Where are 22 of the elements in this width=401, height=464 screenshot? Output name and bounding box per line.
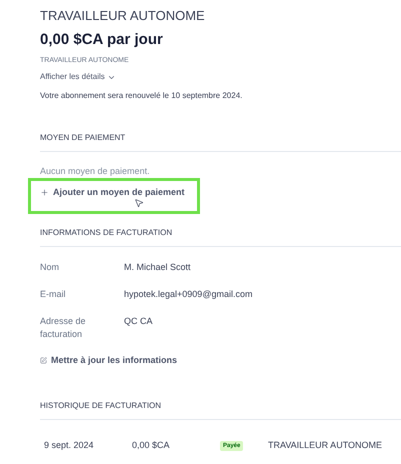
field-value: QC CA [124,315,153,328]
field-label: E-mail [40,288,67,301]
section-heading: INFORMATIONS DE FACTURATION [40,228,174,238]
plus-icon [40,188,49,196]
edit-icon [40,356,47,364]
add-payment-link[interactable]: Ajouter un moyen de paiement [40,184,185,200]
date-cell-text: 9 sept. 2024 [44,438,95,450]
plan-title: TRAVAILLEUR AUTONOME [40,7,206,24]
renewal-notice: Votre abonnement sera renouvelé le 10 septembre 2024. [40,91,244,101]
empty-message: Aucun moyen de paiement. [40,166,151,177]
amount-cell-text: 0,00 $CA [132,438,171,450]
section-heading: HISTORIQUE DE FACTURATION [40,401,162,411]
update-info-link[interactable]: Mettre à jour les informations [40,354,178,366]
field-label: Adresse de facturation [40,315,87,341]
cursor-icon [134,198,144,208]
plan-cell: TRAVAILLEUR AUTONOME [268,438,382,450]
field-value: M. Michael Scott [124,261,191,274]
details-link[interactable]: Afficher les détails [40,72,116,82]
field-value: hypotek.legal+0909@gmail.com [124,288,252,301]
plan-price: 0,00 $CA par jour [40,30,164,50]
section-heading: MOYEN DE PAIEMENT [40,133,126,143]
field-label: Nom [40,261,60,274]
